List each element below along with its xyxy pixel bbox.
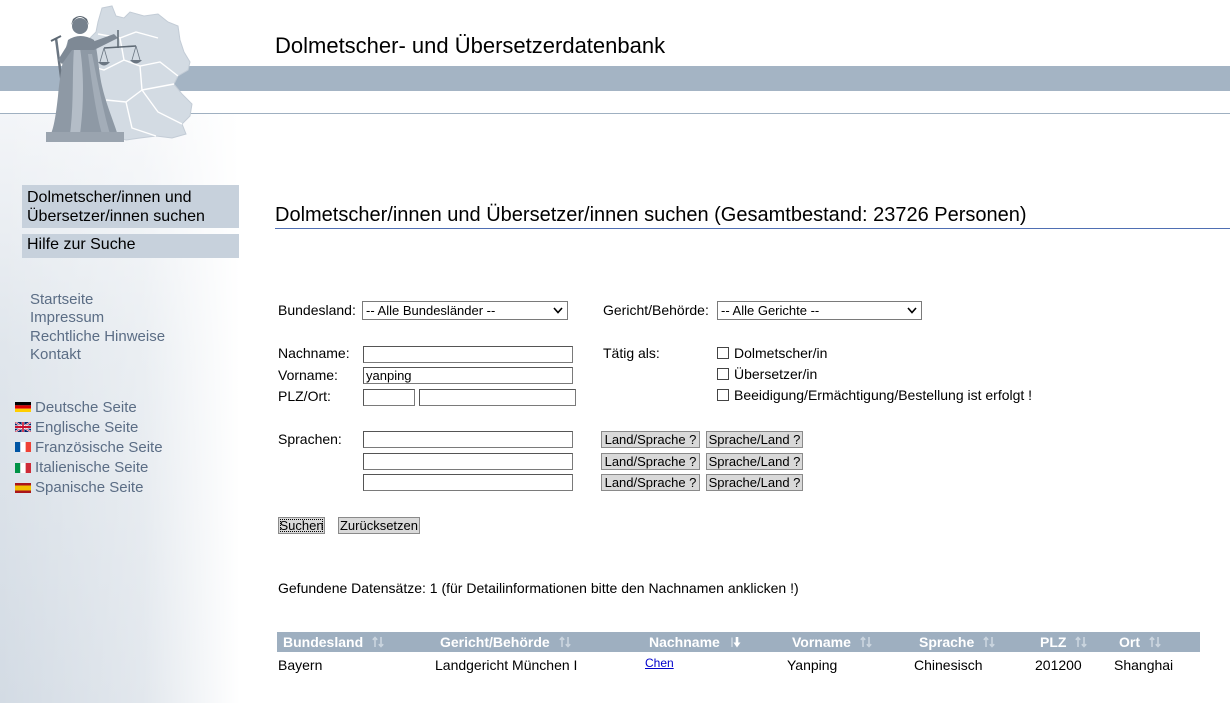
sprache-land-button-1[interactable]: Sprache/Land ? <box>706 431 803 448</box>
language-link-spanish[interactable]: Spanische Seite <box>15 478 163 498</box>
column-header-label: Bundesland <box>283 634 364 650</box>
ort-input[interactable] <box>419 389 576 406</box>
flag-france-icon <box>15 442 31 453</box>
cell-nachname: Chen <box>643 652 786 673</box>
column-header-sprache[interactable]: Sprache <box>913 632 1034 652</box>
column-header-bundesland[interactable]: Bundesland <box>277 632 434 652</box>
column-header-label: PLZ <box>1040 634 1067 650</box>
column-header-gericht[interactable]: Gericht/Behörde <box>434 632 643 652</box>
sort-both-icon <box>1075 636 1088 648</box>
table-header-row: Bundesland Gericht/Behörde Nachname Vorn… <box>277 632 1200 652</box>
language-link-label: Englische Seite <box>35 418 139 436</box>
uebersetzer-option[interactable]: Übersetzer/in <box>717 366 817 382</box>
language-link-label: Französische Seite <box>35 438 163 456</box>
sidebar-menu-help[interactable]: Hilfe zur Suche <box>22 234 239 258</box>
flag-spain-icon <box>15 482 31 493</box>
column-header-label: Sprache <box>919 634 975 650</box>
sprache-land-button-3[interactable]: Sprache/Land ? <box>706 474 803 491</box>
sidebar-link-impressum[interactable]: Impressum <box>30 309 165 327</box>
sidebar-links: Startseite Impressum Rechtliche Hinweise… <box>30 291 165 364</box>
column-header-label: Nachname <box>649 634 720 650</box>
sidebar-link-startseite[interactable]: Startseite <box>30 291 165 309</box>
sort-both-icon <box>983 636 996 648</box>
language-link-label: Italienische Seite <box>35 459 149 477</box>
column-header-label: Gericht/Behörde <box>440 634 550 650</box>
uebersetzer-checkbox[interactable] <box>717 368 729 380</box>
column-header-nachname[interactable]: Nachname <box>643 632 786 652</box>
dolmetscher-option-label: Dolmetscher/in <box>734 345 828 361</box>
cell-ort: Shanghai <box>1114 657 1174 673</box>
land-sprache-button-3[interactable]: Land/Sprache ? <box>601 474 700 491</box>
column-header-label: Vorname <box>792 634 851 650</box>
vorname-label: Vorname: <box>278 367 338 383</box>
gericht-select[interactable]: -- Alle Gerichte -- <box>717 301 922 320</box>
result-summary: Gefundene Datensätze: 1 (für Detailinfor… <box>278 580 799 596</box>
nachname-label: Nachname: <box>278 345 350 361</box>
uebersetzer-option-label: Übersetzer/in <box>734 366 818 382</box>
language-link-italian[interactable]: Italienische Seite <box>15 458 163 478</box>
vorname-input[interactable] <box>363 367 573 384</box>
cell-plz: 201200 <box>1035 657 1082 673</box>
sort-down-icon <box>731 637 741 648</box>
sprache-input-1[interactable] <box>363 431 573 448</box>
flag-italy-icon <box>15 462 31 473</box>
site-title: Dolmetscher- und Übersetzerdatenbank <box>275 33 666 58</box>
sidebar-link-kontakt[interactable]: Kontakt <box>30 346 165 364</box>
reset-button[interactable]: Zurücksetzen <box>338 517 420 534</box>
sidebar-link-rechtliche-hinweise[interactable]: Rechtliche Hinweise <box>30 328 165 346</box>
gericht-select-wrapper: -- Alle Gerichte -- <box>717 301 922 320</box>
sprache-input-3[interactable] <box>363 474 573 491</box>
justitia-map-logo-icon <box>46 5 193 142</box>
cell-bundesland: Bayern <box>278 657 323 673</box>
language-link-label: Deutsche Seite <box>35 398 137 416</box>
sprache-land-button-2[interactable]: Sprache/Land ? <box>706 453 803 470</box>
column-header-ort[interactable]: Ort <box>1113 632 1200 652</box>
results-table: Bundesland Gericht/Behörde Nachname Vorn… <box>277 632 1200 673</box>
nachname-input[interactable] <box>363 346 573 363</box>
table-row: Bayern Landgericht München I Chen Yanpin… <box>277 652 1200 673</box>
dolmetscher-option[interactable]: Dolmetscher/in <box>717 345 827 361</box>
bundesland-select[interactable]: -- Alle Bundesländer -- <box>362 301 568 320</box>
sort-both-icon <box>558 636 571 648</box>
page-title: Dolmetscher/innen und Übersetzer/innen s… <box>275 204 1027 226</box>
land-sprache-button-2[interactable]: Land/Sprache ? <box>601 453 700 470</box>
sprache-input-2[interactable] <box>363 453 573 470</box>
cell-gericht: Landgericht München I <box>435 657 578 673</box>
flag-germany-icon <box>15 402 31 413</box>
cell-sprache: Chinesisch <box>914 657 983 673</box>
bundesland-select-wrapper: -- Alle Bundesländer -- <box>362 301 568 320</box>
beeidigung-checkbox[interactable] <box>717 389 729 401</box>
flag-uk-icon <box>15 422 31 433</box>
language-link-english[interactable]: Englische Seite <box>15 417 163 437</box>
beeidigung-option-label: Beeidigung/Ermächtigung/Bestellung ist e… <box>734 387 1033 403</box>
sort-both-icon <box>860 636 872 648</box>
beeidigung-option[interactable]: Beeidigung/Ermächtigung/Bestellung ist e… <box>717 387 1032 403</box>
sidebar-menu-search[interactable]: Dolmetscher/innen und Übersetzer/innen s… <box>22 185 239 228</box>
bundesland-label: Bundesland: <box>278 302 356 318</box>
search-button[interactable]: Suchen <box>278 517 325 534</box>
nachname-detail-link[interactable]: Chen <box>645 656 674 670</box>
language-links: Deutsche Seite Englische Seite Französis… <box>15 397 163 498</box>
cell-vorname: Yanping <box>787 657 838 673</box>
language-link-german[interactable]: Deutsche Seite <box>15 397 163 417</box>
sidebar-menu-label: Dolmetscher/innen und Übersetzer/innen s… <box>27 189 205 225</box>
sort-both-icon <box>372 636 384 648</box>
sprachen-label: Sprachen: <box>278 431 342 447</box>
land-sprache-button-1[interactable]: Land/Sprache ? <box>601 431 700 448</box>
column-header-label: Ort <box>1119 634 1140 650</box>
dolmetscher-checkbox[interactable] <box>717 347 729 359</box>
sort-both-icon <box>1149 636 1161 648</box>
taetig-als-label: Tätig als: <box>603 345 660 361</box>
plz-input[interactable] <box>363 389 415 406</box>
sidebar-menu-label: Hilfe zur Suche <box>27 236 136 253</box>
column-header-plz[interactable]: PLZ <box>1034 632 1113 652</box>
heading-divider <box>275 228 1230 229</box>
plz-ort-label: PLZ/Ort: <box>278 388 331 404</box>
column-header-vorname[interactable]: Vorname <box>786 632 913 652</box>
language-link-french[interactable]: Französische Seite <box>15 437 163 457</box>
language-link-label: Spanische Seite <box>35 479 144 497</box>
gericht-label: Gericht/Behörde: <box>603 302 709 318</box>
